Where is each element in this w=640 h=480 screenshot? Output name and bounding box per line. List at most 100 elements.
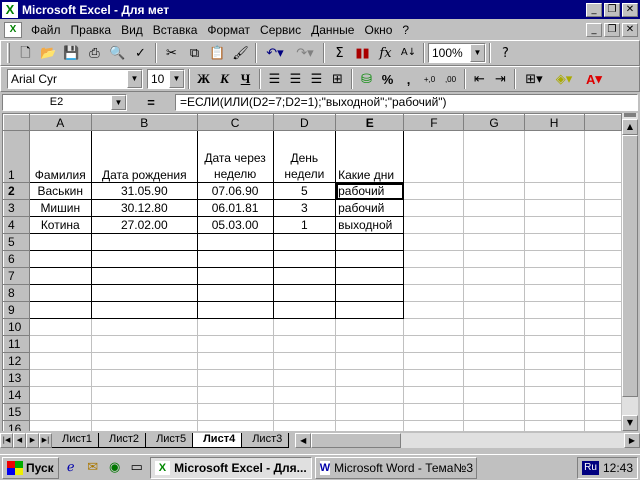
- tab-sheet1[interactable]: Лист1: [52, 433, 100, 448]
- cell-b2[interactable]: 31.05.90: [91, 182, 198, 200]
- cell[interactable]: [584, 182, 622, 200]
- cell[interactable]: [524, 352, 585, 370]
- tab-sheet3[interactable]: Лист3: [242, 433, 290, 448]
- cell[interactable]: [524, 267, 585, 285]
- undo-icon[interactable]: ↶▾: [260, 42, 290, 64]
- cell[interactable]: [463, 369, 525, 387]
- cell-a4[interactable]: Котина: [28, 216, 92, 234]
- cell[interactable]: [335, 369, 405, 387]
- cell[interactable]: [463, 233, 525, 251]
- cell[interactable]: [584, 318, 622, 336]
- internet-explorer-icon[interactable]: ℯ: [61, 458, 81, 478]
- cell[interactable]: [584, 420, 622, 431]
- column-header-a[interactable]: A: [28, 114, 92, 131]
- chevron-down-icon[interactable]: ▼: [169, 70, 184, 88]
- row-header[interactable]: 9: [3, 301, 30, 319]
- cell[interactable]: [273, 335, 337, 353]
- row-header[interactable]: 12: [3, 352, 30, 370]
- cell[interactable]: [197, 267, 274, 285]
- cell-c1[interactable]: Дата через неделю: [197, 130, 274, 183]
- cell-c4[interactable]: 05.03.00: [197, 216, 274, 234]
- cell[interactable]: [197, 403, 274, 421]
- cell[interactable]: [28, 284, 92, 302]
- cell-d4[interactable]: 1: [273, 216, 337, 234]
- workbook-icon[interactable]: X: [4, 21, 22, 38]
- cell[interactable]: [28, 301, 92, 319]
- cell-b1[interactable]: Дата рождения: [91, 130, 198, 183]
- cell[interactable]: [28, 233, 92, 251]
- print-preview-icon[interactable]: 🔍: [106, 42, 129, 64]
- excel-app-icon[interactable]: X: [2, 1, 18, 18]
- cell[interactable]: [463, 352, 525, 370]
- cell[interactable]: [584, 267, 622, 285]
- currency-icon[interactable]: ⛁: [356, 68, 377, 90]
- cell[interactable]: [29, 335, 92, 353]
- cell[interactable]: [91, 403, 198, 421]
- zoom-select[interactable]: 100% ▼: [428, 43, 486, 63]
- cell[interactable]: [524, 182, 585, 200]
- cell[interactable]: [197, 369, 274, 387]
- name-box[interactable]: E2 ▼: [2, 94, 127, 111]
- select-all-button[interactable]: [3, 114, 30, 131]
- cell[interactable]: [197, 318, 274, 336]
- doc-close-button[interactable]: ✕: [622, 22, 638, 37]
- cell[interactable]: [91, 335, 198, 353]
- column-header-h[interactable]: H: [523, 114, 585, 131]
- close-button[interactable]: ✕: [622, 2, 638, 17]
- cell[interactable]: [91, 369, 198, 387]
- cell[interactable]: [197, 386, 274, 404]
- row-header[interactable]: 1: [3, 130, 30, 183]
- cell[interactable]: [91, 233, 198, 251]
- cell[interactable]: [463, 301, 525, 319]
- increase-indent-icon[interactable]: ⇥: [490, 68, 511, 90]
- cell[interactable]: [403, 352, 465, 370]
- merge-center-icon[interactable]: ⊞: [327, 68, 348, 90]
- cell[interactable]: [335, 335, 405, 353]
- cell[interactable]: [524, 233, 585, 251]
- cell[interactable]: [403, 369, 465, 387]
- decrease-decimal-icon[interactable]: ,00: [440, 68, 461, 90]
- cell[interactable]: [584, 386, 622, 404]
- cell[interactable]: [197, 420, 274, 431]
- scroll-up-icon[interactable]: ▲: [622, 119, 638, 135]
- cell[interactable]: [197, 250, 274, 268]
- cell[interactable]: [584, 130, 622, 183]
- redo-icon[interactable]: ↷▾: [290, 42, 320, 64]
- cell[interactable]: [524, 216, 585, 234]
- column-header-f[interactable]: F: [403, 114, 465, 131]
- cell[interactable]: [463, 199, 525, 217]
- last-sheet-icon[interactable]: ▶|: [39, 433, 52, 448]
- cell-d3[interactable]: 3: [273, 199, 337, 217]
- doc-minimize-button[interactable]: _: [586, 22, 602, 37]
- task-excel[interactable]: X Microsoft Excel - Для...: [149, 456, 312, 479]
- cell[interactable]: [584, 352, 622, 370]
- cell[interactable]: [273, 233, 337, 251]
- vertical-scrollbar[interactable]: ▲ ▼: [622, 113, 638, 431]
- cell[interactable]: [584, 284, 622, 302]
- task-word[interactable]: W Microsoft Word - Тема№3: [314, 456, 477, 479]
- cell[interactable]: [403, 233, 465, 251]
- cell[interactable]: [91, 318, 198, 336]
- chevron-down-icon[interactable]: ▼: [470, 44, 485, 62]
- cell[interactable]: [28, 267, 92, 285]
- scroll-left-icon[interactable]: ◀: [295, 433, 312, 448]
- menu-tools[interactable]: Сервис: [255, 23, 306, 37]
- cell[interactable]: [335, 403, 405, 421]
- scroll-thumb[interactable]: [311, 433, 402, 448]
- cell[interactable]: [403, 182, 465, 200]
- cell[interactable]: [403, 216, 465, 234]
- cell[interactable]: [273, 284, 337, 302]
- row-header[interactable]: 5: [3, 233, 30, 251]
- scroll-thumb[interactable]: [622, 135, 638, 397]
- cell[interactable]: [29, 352, 92, 370]
- cell-a3[interactable]: Мишин: [28, 199, 92, 217]
- cell[interactable]: [91, 267, 198, 285]
- cell[interactable]: [584, 403, 622, 421]
- increase-decimal-icon[interactable]: +,0: [419, 68, 440, 90]
- cell[interactable]: [584, 216, 622, 234]
- cell[interactable]: [524, 250, 585, 268]
- font-name-select[interactable]: Arial Cyr ▼: [7, 69, 143, 89]
- cell[interactable]: [463, 130, 525, 183]
- column-header-i[interactable]: [583, 114, 622, 131]
- cell[interactable]: [197, 335, 274, 353]
